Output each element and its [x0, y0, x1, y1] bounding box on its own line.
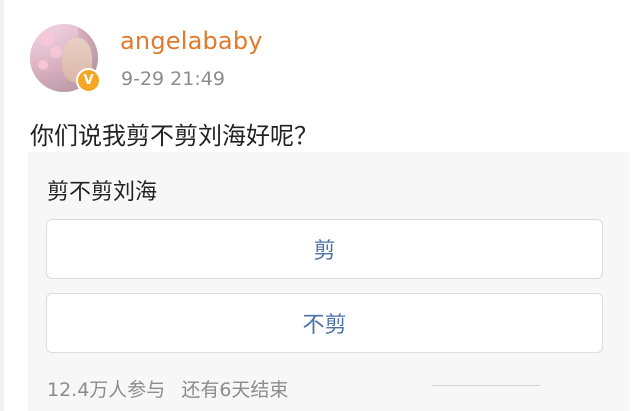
poll-card: 剪不剪刘海 剪 不剪 12.4万人参与 还有6天结束 — [28, 152, 630, 411]
left-edge-strip — [0, 0, 4, 411]
post-text: 你们说我剪不剪刘海好呢？ — [30, 122, 318, 150]
timestamp: 9-29 21:49 — [121, 68, 225, 90]
poll-option-no-cut-button[interactable]: 不剪 — [46, 293, 603, 353]
poll-participants: 12.4万人参与 — [47, 379, 166, 401]
avatar-flower — [50, 46, 62, 58]
divider-line — [432, 385, 540, 386]
poll-meta: 12.4万人参与 还有6天结束 — [47, 375, 288, 402]
poll-title: 剪不剪刘海 — [47, 180, 158, 205]
poll-remaining: 还有6天结束 — [181, 379, 289, 401]
username[interactable]: angelababy — [120, 27, 263, 55]
avatar-flower — [40, 32, 54, 46]
avatar-flower — [38, 60, 48, 70]
verified-badge-icon: V — [76, 68, 101, 93]
poll-option-cut-button[interactable]: 剪 — [46, 219, 603, 279]
